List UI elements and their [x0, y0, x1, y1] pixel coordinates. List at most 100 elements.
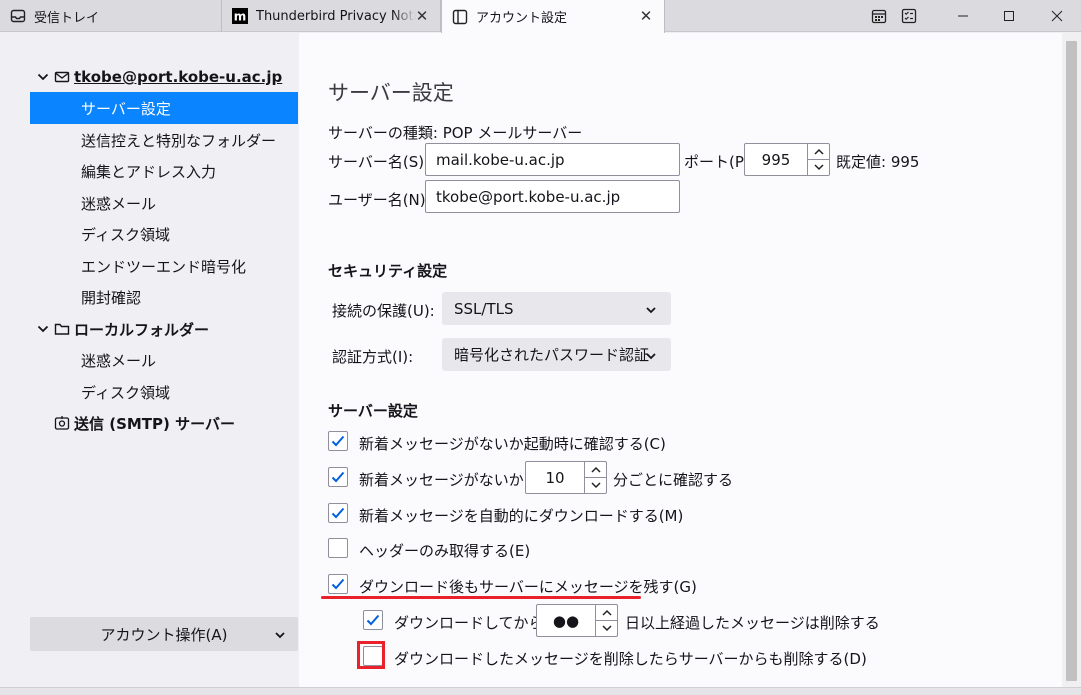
chevron-down-icon[interactable] — [585, 477, 606, 493]
checkmark-icon — [331, 507, 345, 519]
connection-security-select[interactable]: SSL/TLS — [442, 292, 671, 325]
auto-download-label[interactable]: 新着メッセージを自動的にダウンロードする(M) — [359, 505, 683, 526]
sidebar-item-server-settings[interactable]: サーバー設定 — [30, 92, 298, 124]
tab-privacy-notice[interactable]: m Thunderbird Privacy Notice — Mozilla ✕ — [222, 0, 441, 32]
auto-download-checkbox[interactable] — [328, 503, 348, 523]
auth-method-select[interactable]: 暗号化されたパスワード認証 — [442, 338, 671, 371]
leave-on-server-checkbox[interactable] — [328, 574, 348, 594]
auth-method-value: 暗号化されたパスワード認証 — [454, 346, 650, 364]
server-settings-section-title: サーバー設定 — [328, 402, 418, 420]
chevron-down-icon[interactable] — [36, 322, 50, 336]
folder-icon — [54, 321, 70, 337]
sidebar-smtp-server[interactable]: 送信 (SMTP) サーバー — [0, 407, 299, 439]
sidebar-item-label: 開封確認 — [81, 288, 142, 307]
check-startup-checkbox[interactable] — [328, 431, 348, 451]
delete-after-checkbox[interactable] — [363, 610, 383, 630]
server-type-value: POP メールサーバー — [442, 124, 583, 142]
sidebar-item-local-disk-space[interactable]: ディスク領域 — [30, 376, 298, 408]
sidebar-item-copies-folders[interactable]: 送信控えと特別なフォルダー — [30, 124, 298, 156]
sidebar-item-label: サーバー設定 — [81, 99, 171, 118]
delete-after-days-stepper[interactable]: ●● — [536, 604, 618, 637]
checkmark-icon — [331, 435, 345, 447]
outgoing-server-icon — [54, 415, 70, 431]
smtp-label: 送信 (SMTP) サーバー — [74, 414, 235, 433]
account-name: tkobe@port.kobe-u.ac.jp — [74, 68, 283, 86]
chevron-down-icon — [274, 627, 286, 645]
sidebar-item-disk-space[interactable]: ディスク領域 — [30, 218, 298, 250]
tab-bar: 受信トレイ m Thunderbird Privacy Notice — Moz… — [0, 0, 1081, 33]
sidebar-item-label: 送信控えと特別なフォルダー — [81, 131, 277, 150]
port-stepper[interactable]: 995 — [744, 143, 830, 176]
chevron-down-icon — [645, 302, 657, 320]
maximize-icon[interactable] — [986, 0, 1032, 32]
annotation-underline — [321, 596, 641, 599]
chevron-up-icon[interactable] — [585, 462, 606, 477]
sidebar-local-folders[interactable]: ローカルフォルダー — [0, 313, 299, 345]
sidebar-item-label: エンドツーエンド暗号化 — [81, 257, 247, 276]
mozilla-icon: m — [232, 8, 248, 24]
sidebar-item-local-junk[interactable]: 迷惑メール — [30, 344, 298, 376]
tab-label: アカウント設定 — [476, 11, 568, 26]
window-close-icon[interactable] — [1032, 0, 1081, 32]
sidebar-item-composition[interactable]: 編集とアドレス入力 — [30, 155, 298, 187]
annotation-highlight-box — [357, 641, 385, 669]
port-default-label: 既定値: 995 — [836, 153, 920, 171]
headers-only-checkbox[interactable] — [328, 538, 348, 558]
inbox-icon — [10, 8, 26, 24]
sidebar-account[interactable]: tkobe@port.kobe-u.ac.jp — [0, 61, 299, 93]
check-interval-stepper[interactable]: 10 — [525, 461, 607, 494]
delete-on-server-label[interactable]: ダウンロードしたメッセージを削除したらサーバーからも削除する(D) — [394, 648, 867, 669]
delete-after-spin-buttons[interactable] — [595, 605, 617, 636]
delete-after-days-value: ●● — [552, 611, 580, 630]
minimize-icon[interactable] — [940, 0, 986, 32]
sidebar-item-label: 迷惑メール — [81, 351, 157, 370]
sidebar-item-junk[interactable]: 迷惑メール — [30, 187, 298, 219]
settings-icon — [452, 9, 468, 25]
username-input[interactable]: tkobe@port.kobe-u.ac.jp — [425, 180, 680, 213]
server-type-label-text: サーバーの種類: — [328, 124, 438, 142]
scrollbar-thumb[interactable] — [1066, 41, 1077, 681]
sidebar-item-label: 迷惑メール — [81, 194, 157, 213]
sidebar-item-receipts[interactable]: 開封確認 — [30, 281, 298, 313]
tab-account-settings[interactable]: アカウント設定 ✕ — [441, 0, 665, 33]
chevron-down-icon[interactable] — [808, 159, 829, 175]
sidebar-item-e2e-encryption[interactable]: エンドツーエンド暗号化 — [30, 250, 298, 282]
port-spin-buttons[interactable] — [807, 144, 829, 175]
chevron-down-icon — [645, 348, 657, 366]
close-icon[interactable]: ✕ — [638, 8, 654, 24]
mail-icon — [54, 69, 70, 85]
account-actions-button[interactable]: アカウント操作(A) — [30, 617, 298, 651]
activity-icon — [8, 689, 24, 695]
chevron-up-icon[interactable] — [596, 605, 617, 620]
username-label: ユーザー名(N): — [328, 191, 431, 209]
tab-inbox[interactable]: 受信トレイ — [0, 0, 222, 32]
check-interval-value: 10 — [545, 468, 565, 487]
chevron-down-icon[interactable] — [596, 620, 617, 636]
status-bar — [0, 687, 1081, 695]
sidebar-item-label: ディスク領域 — [81, 225, 170, 244]
connection-security-value: SSL/TLS — [454, 299, 514, 318]
close-icon[interactable]: ✕ — [414, 8, 430, 24]
check-every-label[interactable]: 新着メッセージがないか(Y) — [359, 469, 545, 490]
tasks-icon[interactable] — [896, 0, 922, 32]
auth-method-label: 認証方式(I): — [332, 348, 414, 366]
main-scrollbar[interactable] — [1062, 33, 1081, 687]
headers-only-label[interactable]: ヘッダーのみ取得する(E) — [359, 540, 530, 561]
delete-after-suffix: 日以上経過したメッセージは削除する — [625, 614, 880, 632]
checkmark-icon — [331, 578, 345, 590]
checkmark-icon — [366, 614, 380, 626]
sidebar-item-label: 編集とアドレス入力 — [81, 162, 217, 181]
check-every-checkbox[interactable] — [328, 467, 348, 487]
chevron-down-icon[interactable] — [36, 70, 50, 84]
server-name-input[interactable]: mail.kobe-u.ac.jp — [425, 143, 680, 176]
chevron-up-icon[interactable] — [808, 144, 829, 159]
tab-label: 受信トレイ — [34, 10, 100, 26]
page-title: サーバー設定 — [328, 81, 454, 105]
calendar-icon[interactable] — [866, 0, 892, 32]
tab-label: Thunderbird Privacy Notice — Mozilla — [256, 8, 416, 24]
check-interval-spin-buttons[interactable] — [584, 462, 606, 493]
leave-on-server-label[interactable]: ダウンロード後もサーバーにメッセージを残す(G) — [359, 576, 697, 597]
check-startup-label[interactable]: 新着メッセージがないか起動時に確認する(C) — [359, 433, 666, 454]
connection-security-label: 接続の保護(U): — [332, 302, 435, 320]
account-tree-sidebar: tkobe@port.kobe-u.ac.jp サーバー設定 送信控えと特別なフ… — [0, 33, 299, 687]
